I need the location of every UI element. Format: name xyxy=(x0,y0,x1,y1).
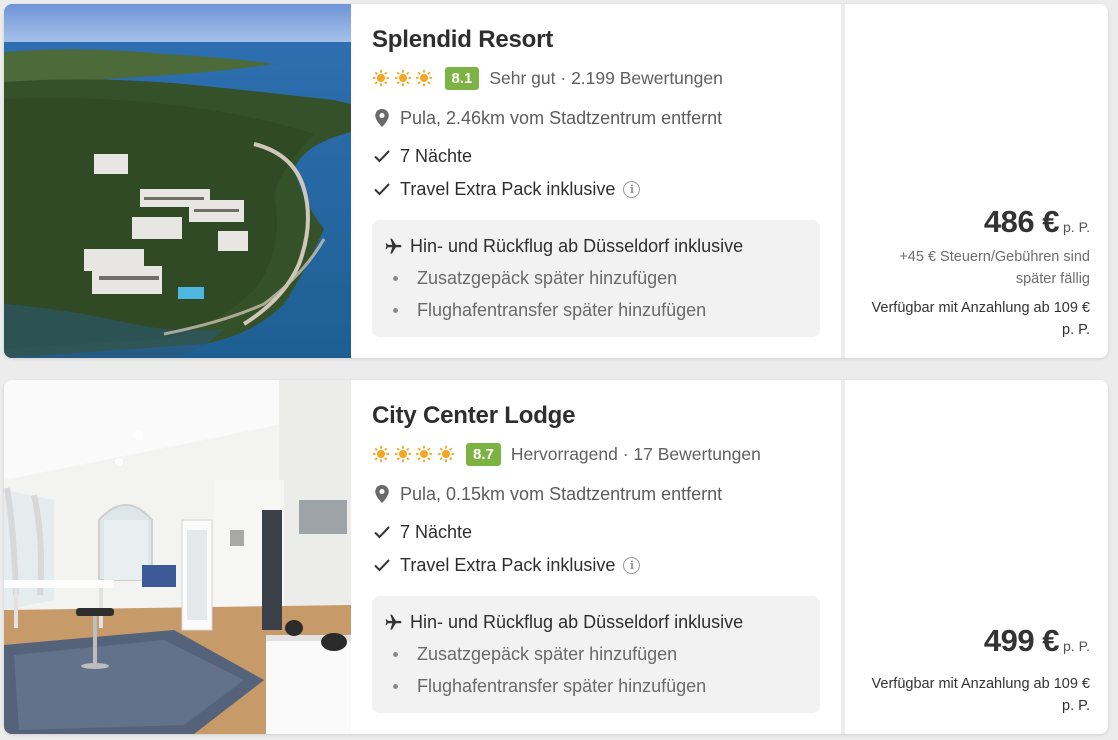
extra-label: Zusatzgepäck später hinzufügen xyxy=(417,267,678,288)
check-icon xyxy=(374,526,390,539)
feature-nights: 7 Nächte xyxy=(372,520,841,544)
hotel-photo[interactable] xyxy=(4,380,351,734)
sun-icon xyxy=(437,445,454,463)
rating-label[interactable]: Sehr gut · 2.199 Bewertungen xyxy=(489,68,723,89)
airplane-icon xyxy=(385,238,402,254)
feature-label: Travel Extra Pack inklusive xyxy=(400,178,616,199)
location-row: Pula, 2.46km vom Stadtzentrum entfernt xyxy=(372,106,841,130)
extra-item: Zusatzgepäck später hinzufügen xyxy=(384,642,808,666)
hotel-photo[interactable] xyxy=(4,4,351,358)
sun-icon xyxy=(415,69,433,87)
sun-icon xyxy=(372,445,390,463)
rating-row: 8.7 Hervorragend · 17 Bewertungen xyxy=(372,441,841,467)
deposit-note: Verfügbar mit Anzahlung ab 109 € p. P. xyxy=(871,676,1090,714)
hotel-card[interactable]: Splendid Resort 8.1 Sehr gut · 2.199 Bew… xyxy=(4,4,1108,358)
extra-label: Zusatzgepäck später hinzufügen xyxy=(417,643,678,664)
airplane-icon xyxy=(385,614,402,630)
price-column[interactable]: 486 € p. P. +45 € Steuern/Gebühren sind … xyxy=(841,4,1108,358)
extra-label: Flughafentransfer später hinzufügen xyxy=(417,299,707,320)
flight-row: Hin- und Rückflug ab Düsseldorf inklusiv… xyxy=(384,234,808,258)
fees-note: +45 € Steuern/Gebühren sind später fälli… xyxy=(899,249,1090,287)
score-badge: 8.1 xyxy=(444,66,480,90)
hotel-info: City Center Lodge 8.7 Hervorragend · 17 … xyxy=(351,380,841,734)
feature-label: 7 Nächte xyxy=(400,521,473,542)
info-icon[interactable]: i xyxy=(623,556,641,574)
sun-icon xyxy=(372,69,390,87)
bullet-dot xyxy=(393,683,398,689)
check-icon xyxy=(374,150,390,163)
map-pin-icon xyxy=(375,109,389,127)
bullet-dot xyxy=(393,275,398,281)
hotel-name[interactable]: City Center Lodge xyxy=(372,402,841,434)
rating-label[interactable]: Hervorragend · 17 Bewertungen xyxy=(511,444,761,465)
location-row: Pula, 0.15km vom Stadtzentrum entfernt xyxy=(372,482,841,506)
extra-item: Flughafentransfer später hinzufügen xyxy=(384,298,808,322)
map-pin-icon xyxy=(375,485,389,503)
price-line: 486 € p. P. xyxy=(870,204,1090,240)
location-text: Pula, 0.15km vom Stadtzentrum entfernt xyxy=(400,483,723,504)
extra-item: Flughafentransfer später hinzufügen xyxy=(384,674,808,698)
price-block: 486 € p. P. +45 € Steuern/Gebühren sind … xyxy=(870,204,1090,341)
bullet-dot xyxy=(393,651,398,657)
sun-icon xyxy=(394,69,411,87)
lodge-interior-image xyxy=(4,380,351,734)
resort-aerial-image xyxy=(4,4,351,358)
price-unit: p. P. xyxy=(1063,638,1090,654)
extra-item: Zusatzgepäck später hinzufügen xyxy=(384,266,808,290)
hotel-card[interactable]: City Center Lodge 8.7 Hervorragend · 17 … xyxy=(4,380,1108,734)
flight-box: Hin- und Rückflug ab Düsseldorf inklusiv… xyxy=(372,596,820,713)
hotel-name[interactable]: Splendid Resort xyxy=(372,26,841,58)
info-icon[interactable]: i xyxy=(623,180,641,198)
hotel-info: Splendid Resort 8.1 Sehr gut · 2.199 Bew… xyxy=(351,4,841,358)
flight-box: Hin- und Rückflug ab Düsseldorf inklusiv… xyxy=(372,220,820,337)
flight-label: Hin- und Rückflug ab Düsseldorf inklusiv… xyxy=(410,611,744,632)
price-line: 499 € p. P. xyxy=(870,623,1090,659)
deposit-note: Verfügbar mit Anzahlung ab 109 € p. P. xyxy=(871,300,1090,338)
location-text: Pula, 2.46km vom Stadtzentrum entfernt xyxy=(400,107,723,128)
rating-row: 8.1 Sehr gut · 2.199 Bewertungen xyxy=(372,65,841,91)
price-block: 499 € p. P. Verfügbar mit Anzahlung ab 1… xyxy=(870,623,1090,717)
check-icon xyxy=(374,559,390,572)
feature-nights: 7 Nächte xyxy=(372,144,841,168)
extra-label: Flughafentransfer später hinzufügen xyxy=(417,675,707,696)
check-icon xyxy=(374,183,390,196)
price-unit: p. P. xyxy=(1063,219,1090,235)
flight-label: Hin- und Rückflug ab Düsseldorf inklusiv… xyxy=(410,235,744,256)
sun-icon xyxy=(394,445,411,463)
feature-label: 7 Nächte xyxy=(400,145,473,166)
sun-icon xyxy=(415,445,433,463)
feature-extra-pack: Travel Extra Pack inklusive i xyxy=(372,177,841,201)
price-amount: 499 € xyxy=(983,623,1060,658)
feature-label: Travel Extra Pack inklusive xyxy=(400,554,616,575)
feature-extra-pack: Travel Extra Pack inklusive i xyxy=(372,553,841,577)
score-badge: 8.7 xyxy=(466,442,501,466)
flight-row: Hin- und Rückflug ab Düsseldorf inklusiv… xyxy=(384,610,808,634)
price-column[interactable]: 499 € p. P. Verfügbar mit Anzahlung ab 1… xyxy=(841,380,1108,734)
bullet-dot xyxy=(393,307,398,313)
price-amount: 486 € xyxy=(983,204,1060,239)
